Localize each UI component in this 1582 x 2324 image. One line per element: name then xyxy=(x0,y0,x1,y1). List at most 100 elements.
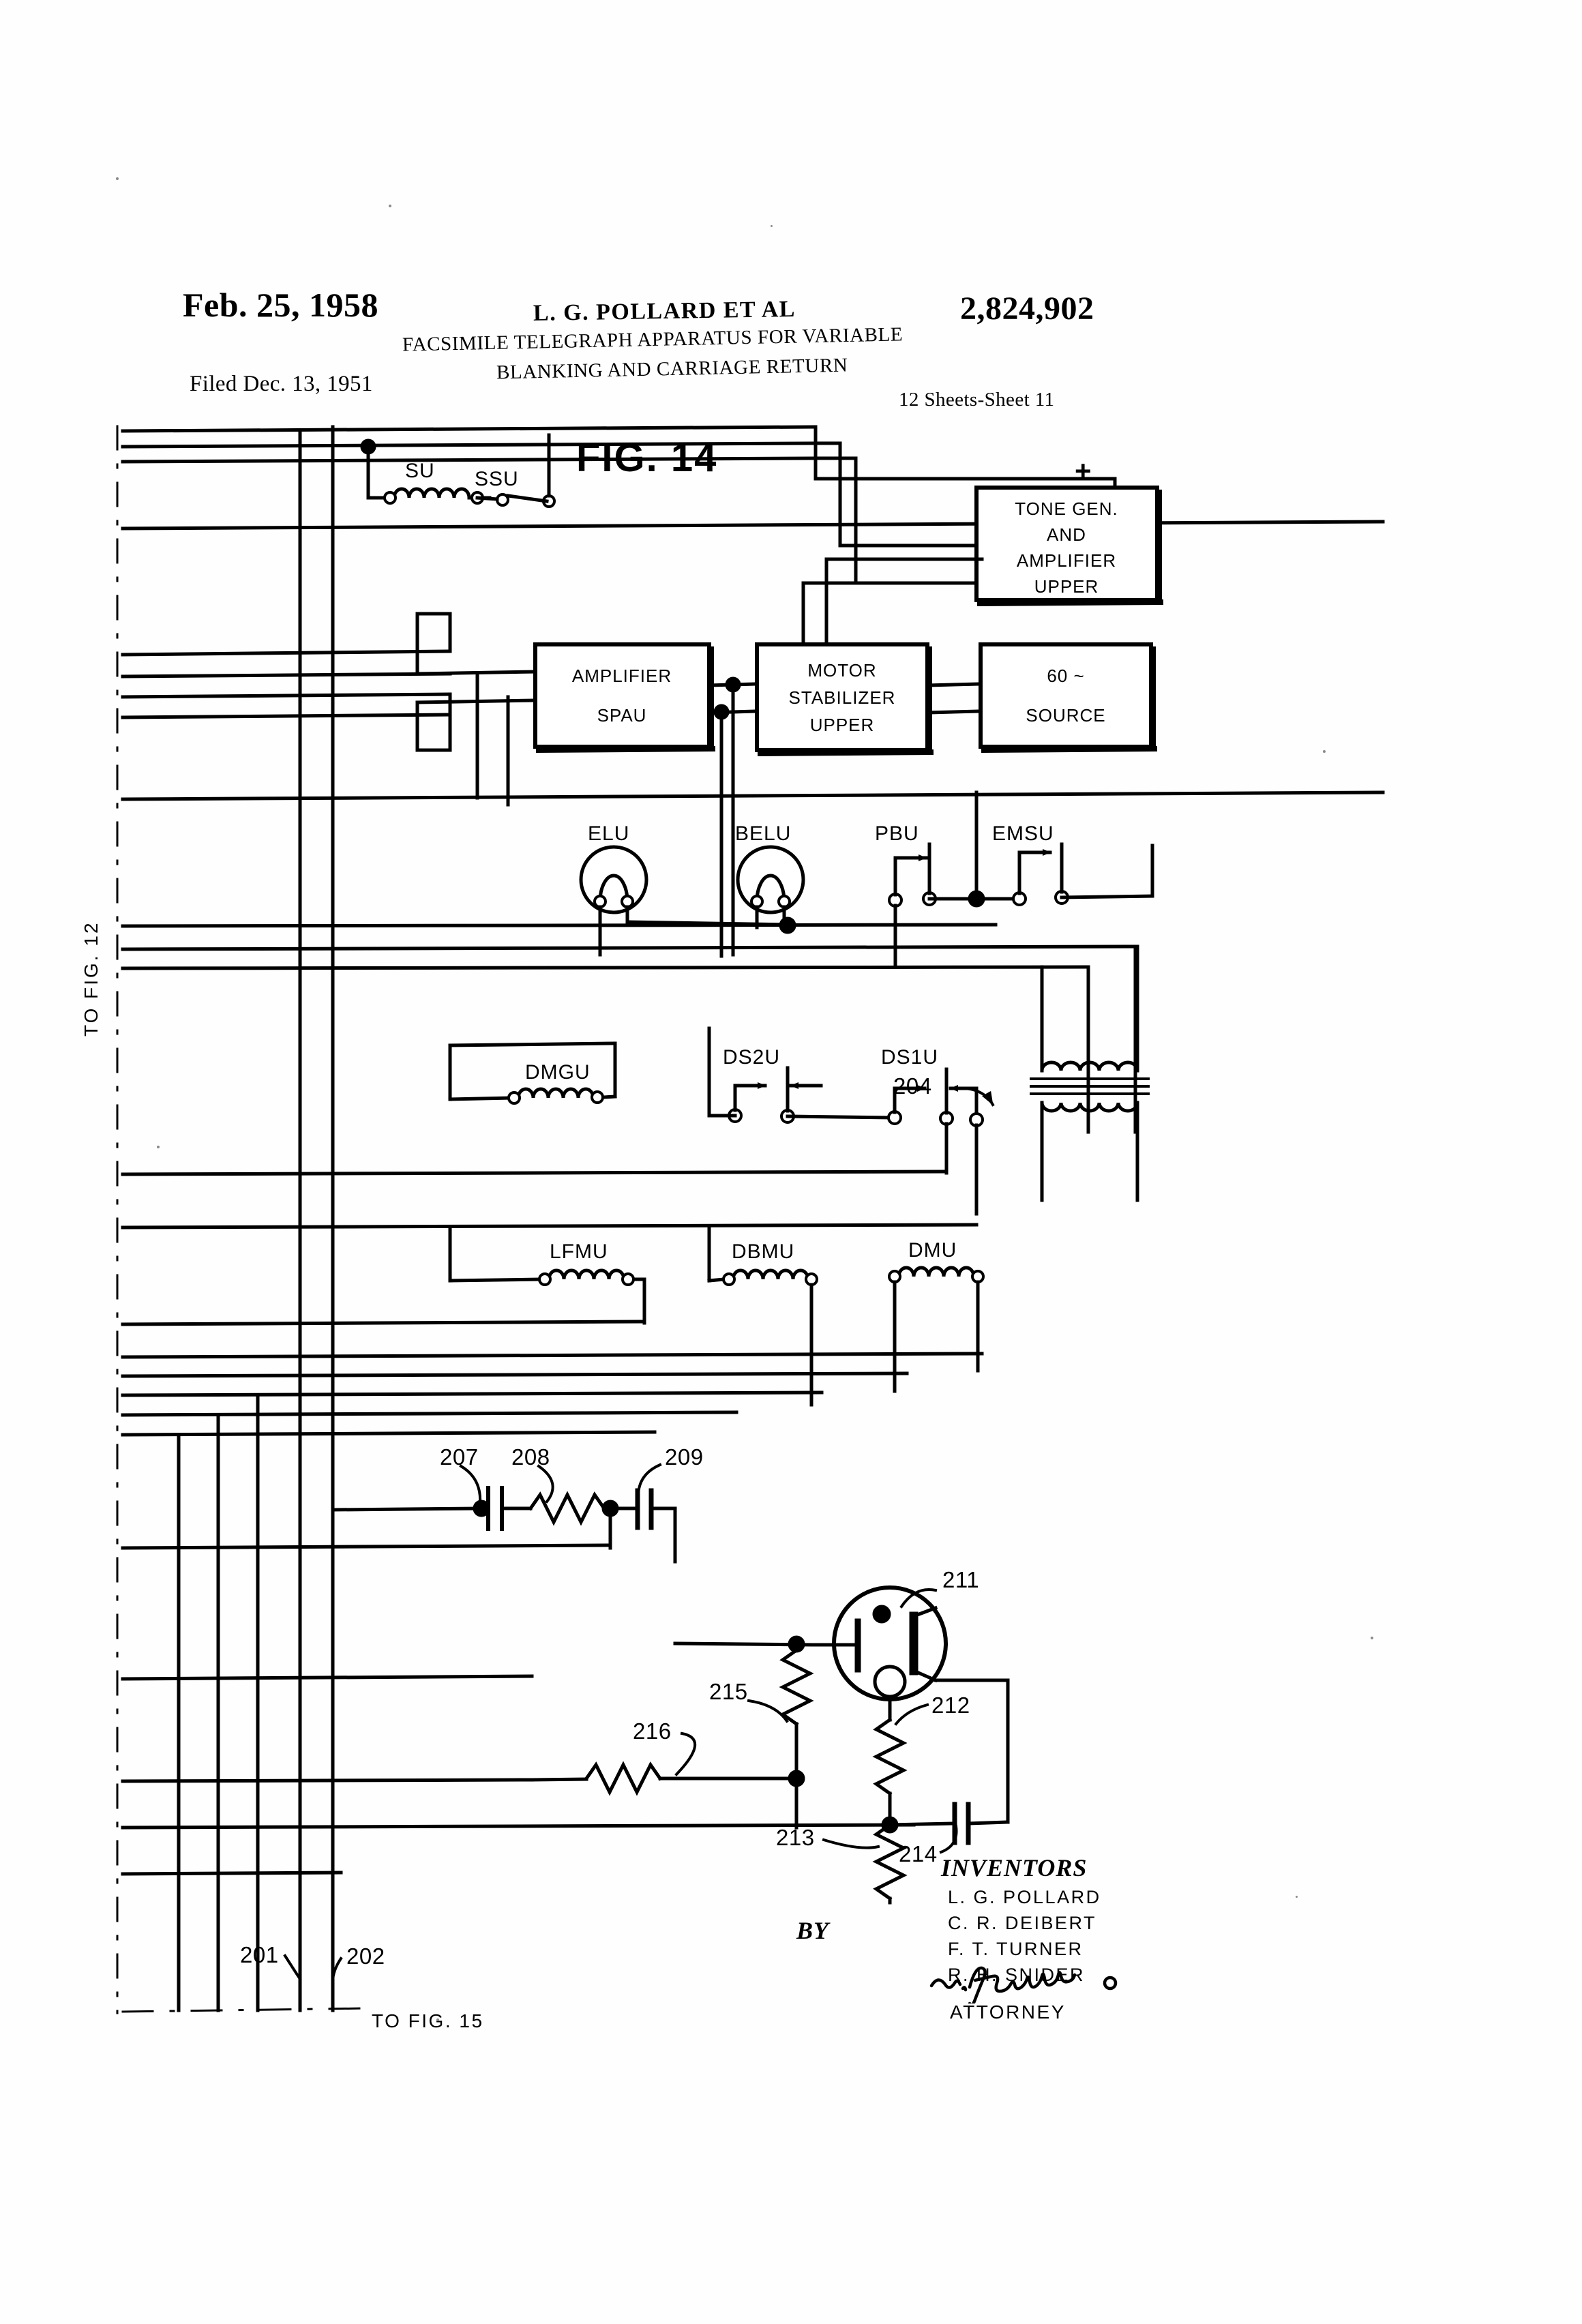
label-elu: ELU xyxy=(588,822,629,845)
label-emsu: EMSU xyxy=(992,822,1054,845)
lamp-belu xyxy=(736,845,805,914)
refnum-207: 207 xyxy=(440,1444,479,1470)
leader-208 xyxy=(537,1464,554,1504)
box-source-line1: 60 ~ xyxy=(1047,666,1084,686)
component-labels: SU SSU ELU BELU PBU EMSU DMGU DS2U DS1U … xyxy=(405,460,1054,1263)
label-dmu: DMU xyxy=(908,1239,957,1262)
label-dmgu: DMGU xyxy=(525,1061,591,1084)
leader-212 xyxy=(894,1703,929,1726)
leader-201 xyxy=(283,1954,302,1981)
box-source-line2: SOURCE xyxy=(1026,705,1105,726)
coil-lfmu xyxy=(549,1270,624,1279)
attorney-signature xyxy=(929,1966,1118,2003)
leader-204 xyxy=(950,1086,995,1107)
capacitor-214 xyxy=(888,1802,1010,1845)
box-tone-gen-line1: TONE GEN. xyxy=(1015,498,1118,519)
resistor-213 xyxy=(872,1822,908,1901)
figure-label: FIG. 14 xyxy=(576,436,718,480)
resistor-208 xyxy=(528,1491,607,1526)
box-motor-line1: MOTOR xyxy=(807,660,876,681)
patent-drawing-page: Feb. 25, 1958 L. G. POLLARD ET AL 2,824,… xyxy=(0,0,1582,2324)
coil-dbmu xyxy=(733,1270,808,1279)
box-tone-gen-line4: UPPER xyxy=(1034,576,1099,597)
contact-ds1u-a xyxy=(887,1110,902,1125)
refnum-215: 215 xyxy=(709,1679,748,1704)
label-ds2u: DS2U xyxy=(723,1046,780,1069)
box-motor-line3: UPPER xyxy=(810,715,875,735)
refnum-216: 216 xyxy=(633,1718,672,1744)
label-dbmu: DBMU xyxy=(732,1240,794,1263)
label-lfmu: LFMU xyxy=(550,1240,608,1263)
box-motor-stabilizer xyxy=(755,642,929,752)
box-amplifier-spau xyxy=(533,642,711,749)
leader-215 xyxy=(747,1699,789,1723)
issue-date: Feb. 25, 1958 xyxy=(183,286,379,324)
resistor-212 xyxy=(872,1717,908,1796)
refnum-213: 213 xyxy=(776,1825,815,1850)
filing-date: Filed Dec. 13, 1951 xyxy=(190,372,373,396)
resistor-216 xyxy=(584,1761,663,1796)
title-line-2: BLANKING AND CARRIAGE RETURN xyxy=(496,354,848,384)
box-tone-gen-line2: AND xyxy=(1047,524,1086,545)
scan-speck xyxy=(436,2018,439,2021)
contact-pbu-left xyxy=(888,893,903,908)
label-ds1u: DS1U xyxy=(881,1046,938,1069)
box-amplifier-line2: SPAU xyxy=(597,705,647,726)
scan-speck xyxy=(1323,750,1326,753)
vacuum-tube-211 xyxy=(809,1585,1010,1722)
fig15-boundary-line xyxy=(121,2007,370,2013)
box-labels: TONE GEN. AND AMPLIFIER UPPER AMPLIFIER … xyxy=(572,498,1118,735)
leader-209 xyxy=(636,1463,662,1498)
refnum-209: 209 xyxy=(665,1444,704,1470)
leader-211 xyxy=(899,1588,938,1609)
scan-speck xyxy=(771,225,773,227)
resistor-215 xyxy=(779,1648,814,1727)
wiring xyxy=(116,425,1385,2014)
box-amplifier-line1: AMPLIFIER xyxy=(572,666,672,686)
leader-213 xyxy=(822,1838,880,1849)
inventor-name-1: L. G. POLLARD xyxy=(948,1887,1101,1907)
inventors-heading: INVENTORS xyxy=(941,1854,1088,1881)
refnum-201: 201 xyxy=(240,1942,279,1967)
refnum-212: 212 xyxy=(931,1693,970,1718)
scan-speck xyxy=(116,177,119,180)
coil-dmu xyxy=(899,1268,974,1277)
label-ssu: SSU xyxy=(475,468,519,490)
refnum-208: 208 xyxy=(511,1444,550,1470)
patent-number: 2,824,902 xyxy=(960,290,1094,327)
patent-header: Feb. 25, 1958 L. G. POLLARD ET AL 2,824,… xyxy=(0,0,1582,411)
transformer-204 xyxy=(1030,1000,1150,1202)
title-line-1: FACSIMILE TELEGRAPH APPARATUS FOR VARIAB… xyxy=(402,323,904,356)
leader-214 xyxy=(939,1824,958,1854)
to-fig-15-label: TO FIG. 15 xyxy=(372,2010,484,2031)
label-belu: BELU xyxy=(735,822,791,845)
box-tone-gen-line3: AMPLIFIER xyxy=(1017,550,1116,571)
inventor-line: L. G. POLLARD ET AL xyxy=(533,296,796,327)
leader-202 xyxy=(331,1956,343,1984)
polarity-plus-sign: + xyxy=(1075,455,1092,487)
box-motor-line2: STABILIZER xyxy=(789,687,896,708)
label-pbu: PBU xyxy=(875,822,919,845)
contact-emsu-left xyxy=(1012,891,1027,906)
scan-speck xyxy=(389,205,391,207)
to-fig-12-label: TO FIG. 12 xyxy=(80,921,102,1037)
label-su: SU xyxy=(405,460,435,482)
capacitor-207 xyxy=(479,1486,533,1531)
scan-speck xyxy=(1371,1637,1373,1639)
refnum-214: 214 xyxy=(899,1841,938,1866)
capacitor-209 xyxy=(635,1488,677,1545)
by-label: BY xyxy=(796,1917,830,1944)
inventor-name-2: C. R. DEIBERT xyxy=(948,1913,1097,1933)
reference-numerals: 201 202 204 207 208 209 211 212 213 214 … xyxy=(240,1073,979,1969)
scan-speck xyxy=(1296,1896,1298,1898)
box-60-source xyxy=(979,642,1153,749)
coil-su xyxy=(394,489,469,498)
box-tone-gen xyxy=(974,486,1159,602)
sheet-count: 12 Sheets-Sheet 11 xyxy=(899,389,1055,411)
attorney-label: ATTORNEY xyxy=(950,2001,1066,2023)
leader-207 xyxy=(459,1464,482,1505)
refnum-211: 211 xyxy=(942,1567,979,1592)
scan-speck xyxy=(157,1146,160,1148)
leader-216 xyxy=(674,1731,696,1776)
coil-dmgu xyxy=(518,1089,593,1098)
